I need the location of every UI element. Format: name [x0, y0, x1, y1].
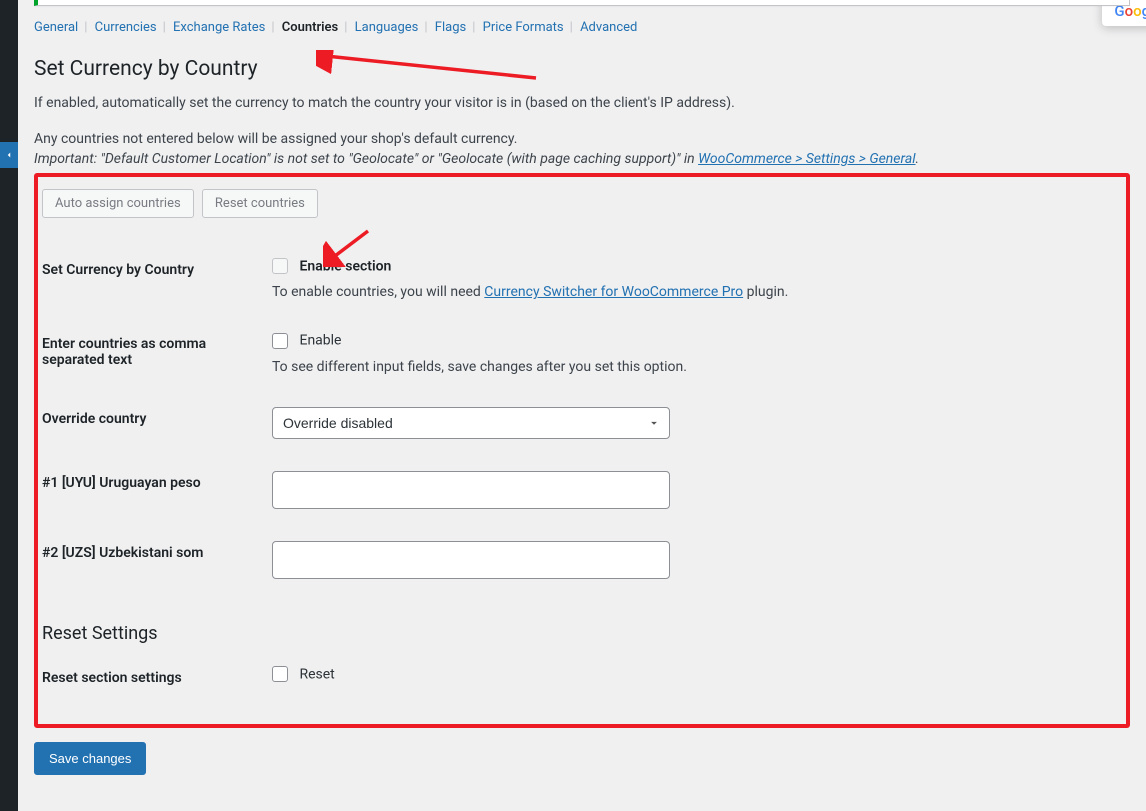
comma-text-checkbox-label: Enable [299, 333, 341, 349]
enable-section-help-prefix: To enable countries, you will need [272, 284, 484, 300]
auto-assign-countries-button[interactable]: Auto assign countries [42, 189, 194, 218]
page-description: If enabled, automatically set the curren… [34, 95, 1130, 111]
save-changes-button[interactable]: Save changes [34, 742, 146, 775]
tab-price-formats[interactable]: Price Formats [483, 20, 564, 35]
comma-text-help: To see different input fields, save chan… [272, 359, 1112, 375]
wp-admin-sidebar-collapsed [0, 0, 18, 811]
tab-advanced[interactable]: Advanced [580, 20, 637, 35]
geolocate-warning: Important: "Default Customer Location" i… [34, 151, 1130, 167]
reset-checkbox-label: Reset [299, 666, 334, 682]
currency-2-label: #2 [UZS] Uzbekistani som [42, 525, 262, 595]
settings-subtabs: General| Currencies| Exchange Rates| Cou… [34, 20, 1130, 35]
override-country-select[interactable]: Override disabled [272, 407, 670, 439]
geolocate-warning-text: Important: "Default Customer Location" i… [34, 151, 698, 167]
tab-flags[interactable]: Flags [435, 20, 466, 35]
comma-text-label: Enter countries as comma separated text [42, 316, 262, 390]
tab-currencies[interactable]: Currencies [95, 20, 157, 35]
reset-settings-heading: Reset Settings [42, 623, 1112, 644]
tab-exchange-rates[interactable]: Exchange Rates [173, 20, 265, 35]
currency-1-input[interactable] [272, 471, 670, 509]
currency-2-input[interactable] [272, 541, 670, 579]
page-note: Any countries not entered below will be … [34, 131, 1130, 147]
enable-section-checkbox-label: Enable section [299, 258, 391, 274]
override-country-label: Override country [42, 391, 262, 455]
enable-section-checkbox [272, 258, 288, 274]
sidebar-expand-button[interactable] [0, 142, 18, 168]
comma-text-checkbox[interactable] [272, 333, 288, 349]
reset-countries-button[interactable]: Reset countries [202, 189, 318, 218]
currency-1-label: #1 [UYU] Uruguayan peso [42, 455, 262, 525]
reset-section-label: Reset section settings [42, 650, 262, 706]
pro-plugin-link[interactable]: Currency Switcher for WooCommerce Pro [484, 284, 743, 300]
woocommerce-settings-link[interactable]: WooCommerce > Settings > General [698, 151, 915, 167]
highlighted-settings-area: Auto assign countries Reset countries Se… [34, 173, 1130, 728]
chevron-left-icon [4, 150, 14, 160]
admin-notice-strip [34, 0, 1130, 6]
tab-languages[interactable]: Languages [355, 20, 419, 35]
tab-general[interactable]: General [34, 20, 78, 35]
set-currency-by-country-label: Set Currency by Country [42, 242, 262, 316]
tab-countries[interactable]: Countries [282, 20, 338, 35]
reset-checkbox[interactable] [272, 666, 288, 682]
page-title: Set Currency by Country [34, 57, 1130, 81]
enable-section-help-suffix: plugin. [743, 284, 788, 300]
